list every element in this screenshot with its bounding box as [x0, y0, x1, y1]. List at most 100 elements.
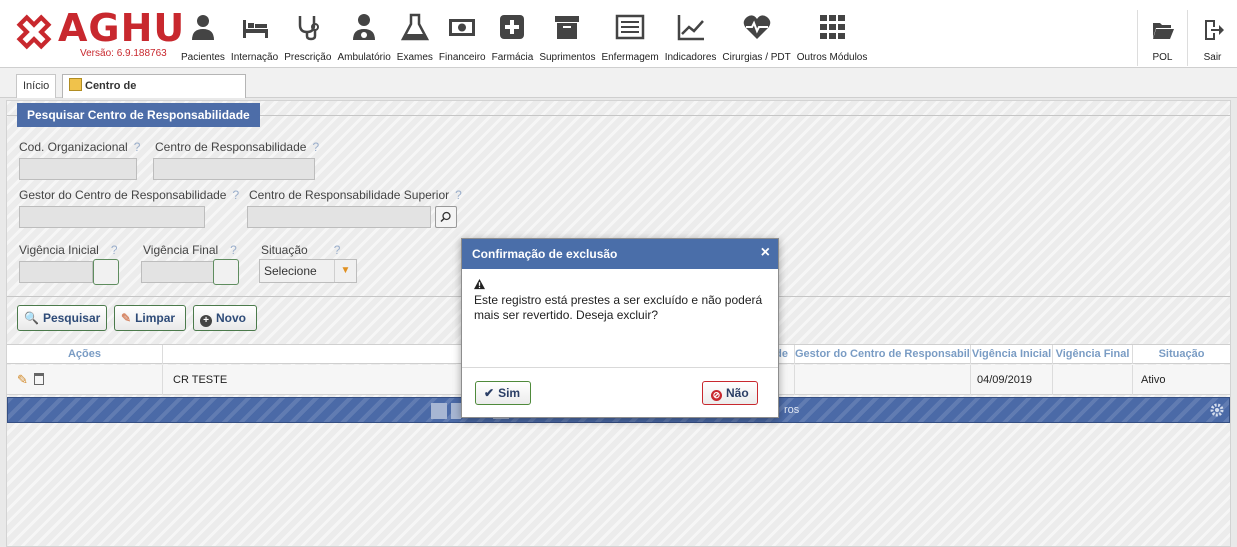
pol-label: POL: [1152, 52, 1173, 63]
confirm-yes-button[interactable]: ✔ Sim: [475, 381, 531, 405]
centro-superior-label: Centro de Responsabilidade Superior?: [249, 188, 462, 202]
module-exames[interactable]: Exames: [394, 8, 436, 66]
check-icon: ✔: [484, 386, 495, 400]
module-outros[interactable]: Outros Módulos: [794, 8, 871, 66]
vigencia-final-calendar-button[interactable]: [213, 259, 239, 285]
confirm-delete-dialog: Confirmação de exclusão × Este registro …: [461, 238, 779, 418]
module-label: Exames: [396, 52, 433, 63]
pager-prev-button[interactable]: [451, 403, 461, 419]
help-icon[interactable]: ?: [312, 140, 319, 154]
help-icon[interactable]: ?: [230, 243, 237, 257]
grid-icon: [820, 15, 846, 39]
dialog-message: Este registro está prestes a ser excluíd…: [474, 293, 763, 322]
centro-responsabilidade-input[interactable]: [153, 158, 315, 180]
exit-icon: [1204, 20, 1224, 40]
pager-records-text: ros: [784, 404, 800, 416]
pol-button[interactable]: POL: [1137, 10, 1187, 66]
tab-inicio[interactable]: Início: [16, 74, 56, 98]
pesquisar-button[interactable]: 🔍 Pesquisar: [17, 305, 107, 331]
button-label: Limpar: [135, 311, 176, 325]
module-ambulatorio[interactable]: Ambulatório: [334, 8, 393, 66]
trash-icon[interactable]: [33, 373, 44, 385]
row-actions: ✎: [7, 365, 163, 395]
module-label: Suprimentos: [539, 52, 596, 63]
tab-label: Início: [23, 80, 50, 92]
column-header-acoes[interactable]: Ações: [7, 345, 163, 364]
vigencia-inicial-calendar-button[interactable]: [93, 259, 119, 285]
button-label: Sim: [498, 386, 521, 400]
aghu-cross-icon: [16, 14, 52, 50]
column-header-vigencia-inicial[interactable]: Vigência Inicial: [971, 345, 1053, 364]
module-enfermagem[interactable]: Enfermagem: [598, 8, 661, 66]
app-version: Versão: 6.9.188763: [80, 48, 167, 59]
centro-superior-input[interactable]: [247, 206, 431, 228]
module-financeiro[interactable]: Financeiro: [436, 8, 489, 66]
pencil-icon[interactable]: ✎: [17, 372, 28, 387]
chevron-down-icon: ▼: [334, 260, 356, 282]
vigencia-inicial-input[interactable]: [19, 261, 93, 283]
button-label: Não: [726, 386, 749, 400]
column-header-situacao[interactable]: Situação: [1133, 345, 1230, 364]
button-label: Pesquisar: [42, 311, 101, 325]
bed-icon: [242, 20, 268, 38]
module-pacientes[interactable]: Pacientes: [178, 8, 228, 66]
doctor-icon: [353, 14, 376, 40]
help-icon[interactable]: ?: [455, 188, 462, 202]
module-label: Prescrição: [284, 52, 332, 63]
document-icon: [69, 78, 82, 91]
confirm-no-button[interactable]: ⊘ Não: [702, 381, 758, 405]
stethoscope-icon: [298, 16, 319, 41]
dialog-header: Confirmação de exclusão ×: [462, 239, 778, 269]
gestor-input[interactable]: [19, 206, 205, 228]
situacao-value: Selecione: [264, 264, 317, 278]
module-prescricao[interactable]: Prescrição: [281, 8, 334, 66]
folder-open-icon: [1152, 23, 1174, 39]
novo-button[interactable]: + Novo: [193, 305, 257, 331]
module-label: Ambulatório: [337, 52, 391, 63]
archive-icon: [555, 16, 580, 39]
help-icon[interactable]: ?: [232, 188, 239, 202]
help-icon[interactable]: ?: [334, 243, 341, 257]
module-label: Enfermagem: [601, 52, 659, 63]
centro-responsabilidade-label: Centro de Responsabilidade?: [155, 140, 320, 154]
module-label: Internação: [230, 52, 279, 63]
list-icon: [615, 14, 645, 40]
vigencia-final-input[interactable]: [141, 261, 215, 283]
gestor-label: Gestor do Centro de Responsabilidade?: [19, 188, 240, 202]
module-cirurgias[interactable]: Cirurgias / PDT: [719, 8, 793, 66]
column-header-gestor[interactable]: Gestor do Centro de Responsabilidade: [795, 345, 971, 364]
module-label: Financeiro: [438, 52, 486, 63]
limpar-button[interactable]: ✎ Limpar: [114, 305, 186, 331]
module-farmacia[interactable]: Farmácia: [489, 8, 537, 66]
help-icon[interactable]: ?: [134, 140, 141, 154]
search-lookup-button[interactable]: [435, 206, 457, 228]
cell-vigencia-final: [1053, 365, 1133, 395]
close-icon[interactable]: ×: [761, 239, 770, 267]
situacao-label: Situação?: [261, 243, 341, 257]
gear-icon[interactable]: [1209, 402, 1225, 418]
sair-button[interactable]: Sair: [1187, 10, 1237, 66]
plus-circle-icon: +: [200, 315, 212, 327]
line-chart-icon: [677, 15, 704, 41]
tab-centro-responsabilidade[interactable]: Centro de Responsabilidade×: [62, 74, 246, 114]
money-icon: [449, 19, 476, 36]
magnifier-icon: [440, 211, 451, 223]
module-label: Outros Módulos: [796, 52, 868, 63]
module-label: Cirurgias / PDT: [722, 52, 791, 63]
top-right-actions: POL Sair: [1137, 10, 1237, 66]
cell-vigencia-inicial: 04/09/2019: [971, 365, 1053, 395]
pager-first-button[interactable]: [431, 403, 447, 419]
column-header-vigencia-final[interactable]: Vigência Final: [1053, 345, 1133, 364]
module-internacao[interactable]: Internação: [228, 8, 281, 66]
module-label: Farmácia: [491, 52, 534, 63]
cod-organizacional-label: Cod. Organizacional?: [19, 140, 141, 154]
cod-organizacional-input[interactable]: [19, 158, 137, 180]
warning-icon: [474, 279, 485, 290]
module-suprimentos[interactable]: Suprimentos: [536, 8, 598, 66]
flask-icon: [400, 13, 429, 41]
app-logo[interactable]: AGHU Versão: 6.9.188763: [12, 6, 184, 62]
module-indicadores[interactable]: Indicadores: [662, 8, 720, 66]
help-icon[interactable]: ?: [111, 243, 118, 257]
dialog-footer: ✔ Sim ⊘ Não: [462, 367, 778, 417]
situacao-select[interactable]: Selecione ▼: [259, 259, 357, 283]
